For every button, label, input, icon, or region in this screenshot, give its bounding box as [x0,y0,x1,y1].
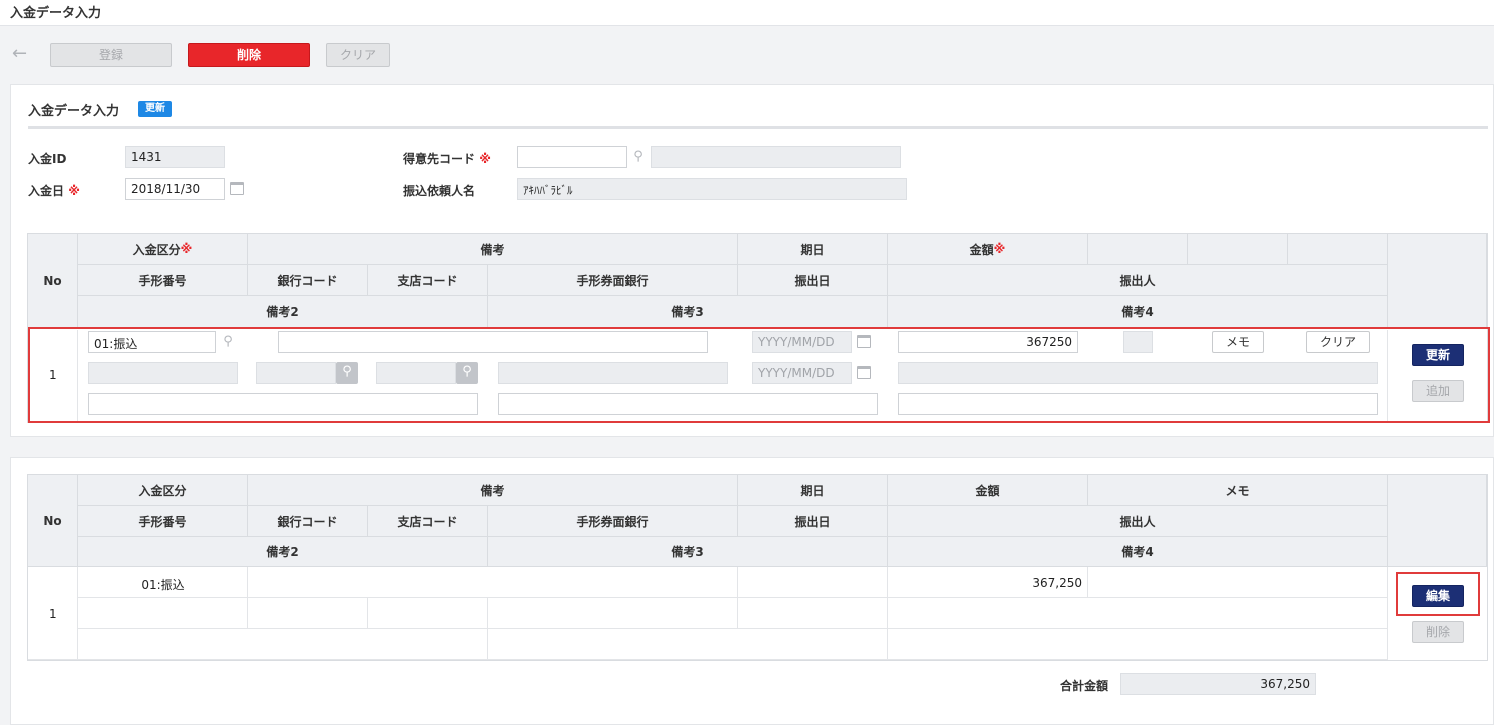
list-cell-remarks4 [888,629,1388,660]
customer-code-label: 得意先コード ※ [403,152,491,166]
list-header-remarks2: 備考2 [78,537,488,567]
header-remarks3: 備考3 [488,296,888,328]
customer-name-field [651,146,901,168]
header-bill-number: 手形番号 [78,265,248,296]
list-cell-memo [1088,567,1388,598]
header-branch-code: 支店コード [368,265,488,296]
status-badge: 更新 [138,101,172,117]
total-label: 合計金額 [1060,679,1109,693]
list-header-branch-code: 支店コード [368,506,488,537]
panel-title: 入金データ入力 [28,104,120,119]
list-cell-remarks2 [78,629,488,660]
header-due-date: 期日 [738,234,888,265]
entry-row-highlight [28,327,1490,423]
header-no: No [28,234,78,328]
list-cell-issue-date [738,598,888,629]
header-drawer: 振出人 [888,265,1388,296]
list-header-bank-code: 銀行コード [248,506,368,537]
payment-id-field: 1431 [125,146,225,168]
list-cell-bill-bank [488,598,738,629]
list-header-remarks: 備考 [248,475,738,506]
list-header-bill-number: 手形番号 [78,506,248,537]
header-blank-1 [1088,234,1188,265]
list-cell-remarks3 [488,629,888,660]
header-actions [1388,234,1487,328]
list-cell-remarks [248,567,738,598]
customer-code-input[interactable] [517,146,627,168]
list-header-payment-type: 入金区分 [78,475,248,506]
list-row-amount: 367,250 [1032,576,1082,590]
header-bank-code: 銀行コード [248,265,368,296]
header-remarks: 備考 [248,234,738,265]
header-payment-type: 入金区分 ※ [78,234,248,265]
payment-id-label: 入金ID [28,152,67,166]
calendar-icon[interactable] [230,182,244,195]
list-header-drawer: 振出人 [888,506,1388,537]
payment-date-input[interactable]: 2018/11/30 [125,178,225,200]
header-bill-bank: 手形券面銀行 [488,265,738,296]
list-header-memo: メモ [1088,475,1388,506]
list-header-no: No [28,475,78,567]
header-issue-date: 振出日 [738,265,888,296]
list-header-bill-bank: 手形券面銀行 [488,506,738,537]
delete-button[interactable]: 削除 [188,43,310,67]
list-cell-branch-code [368,598,488,629]
list-cell-due-date [738,567,888,598]
requester-name-label: 振込依頼人名 [403,184,476,198]
list-header-actions [1388,475,1487,567]
title-divider [28,126,1488,129]
back-arrow-icon[interactable]: ← [12,44,34,66]
list-header-remarks3: 備考3 [488,537,888,567]
header-blank-2 [1188,234,1288,265]
list-cell-bill-number [78,598,248,629]
search-icon[interactable]: ⚲ [630,149,646,165]
register-button[interactable]: 登録 [50,43,172,67]
clear-button[interactable]: クリア [326,43,390,67]
list-header-due-date: 期日 [738,475,888,506]
edit-button-highlight [1396,572,1480,616]
list-header-amount: 金額 [888,475,1088,506]
payment-date-label: 入金日 ※ [28,184,80,198]
header-remarks4: 備考4 [888,296,1388,328]
header-remarks2: 備考2 [78,296,488,328]
list-row-no: 1 [49,607,57,621]
window-title: 入金データ入力 [10,6,102,21]
list-cell-drawer [888,598,1388,629]
list-cell-bank-code [248,598,368,629]
list-row-payment-type: 01:振込 [141,578,185,592]
requester-name-field: ｱｷﾊﾊﾞﾗﾋﾞﾙ [517,178,907,200]
window-title-bar: 入金データ入力 [0,0,1494,26]
total-amount-field: 367,250 [1120,673,1316,695]
list-header-remarks4: 備考4 [888,537,1388,567]
header-blank-3 [1288,234,1388,265]
header-amount: 金額 ※ [888,234,1088,265]
list-header-issue-date: 振出日 [738,506,888,537]
row-delete-button[interactable]: 削除 [1412,621,1464,643]
